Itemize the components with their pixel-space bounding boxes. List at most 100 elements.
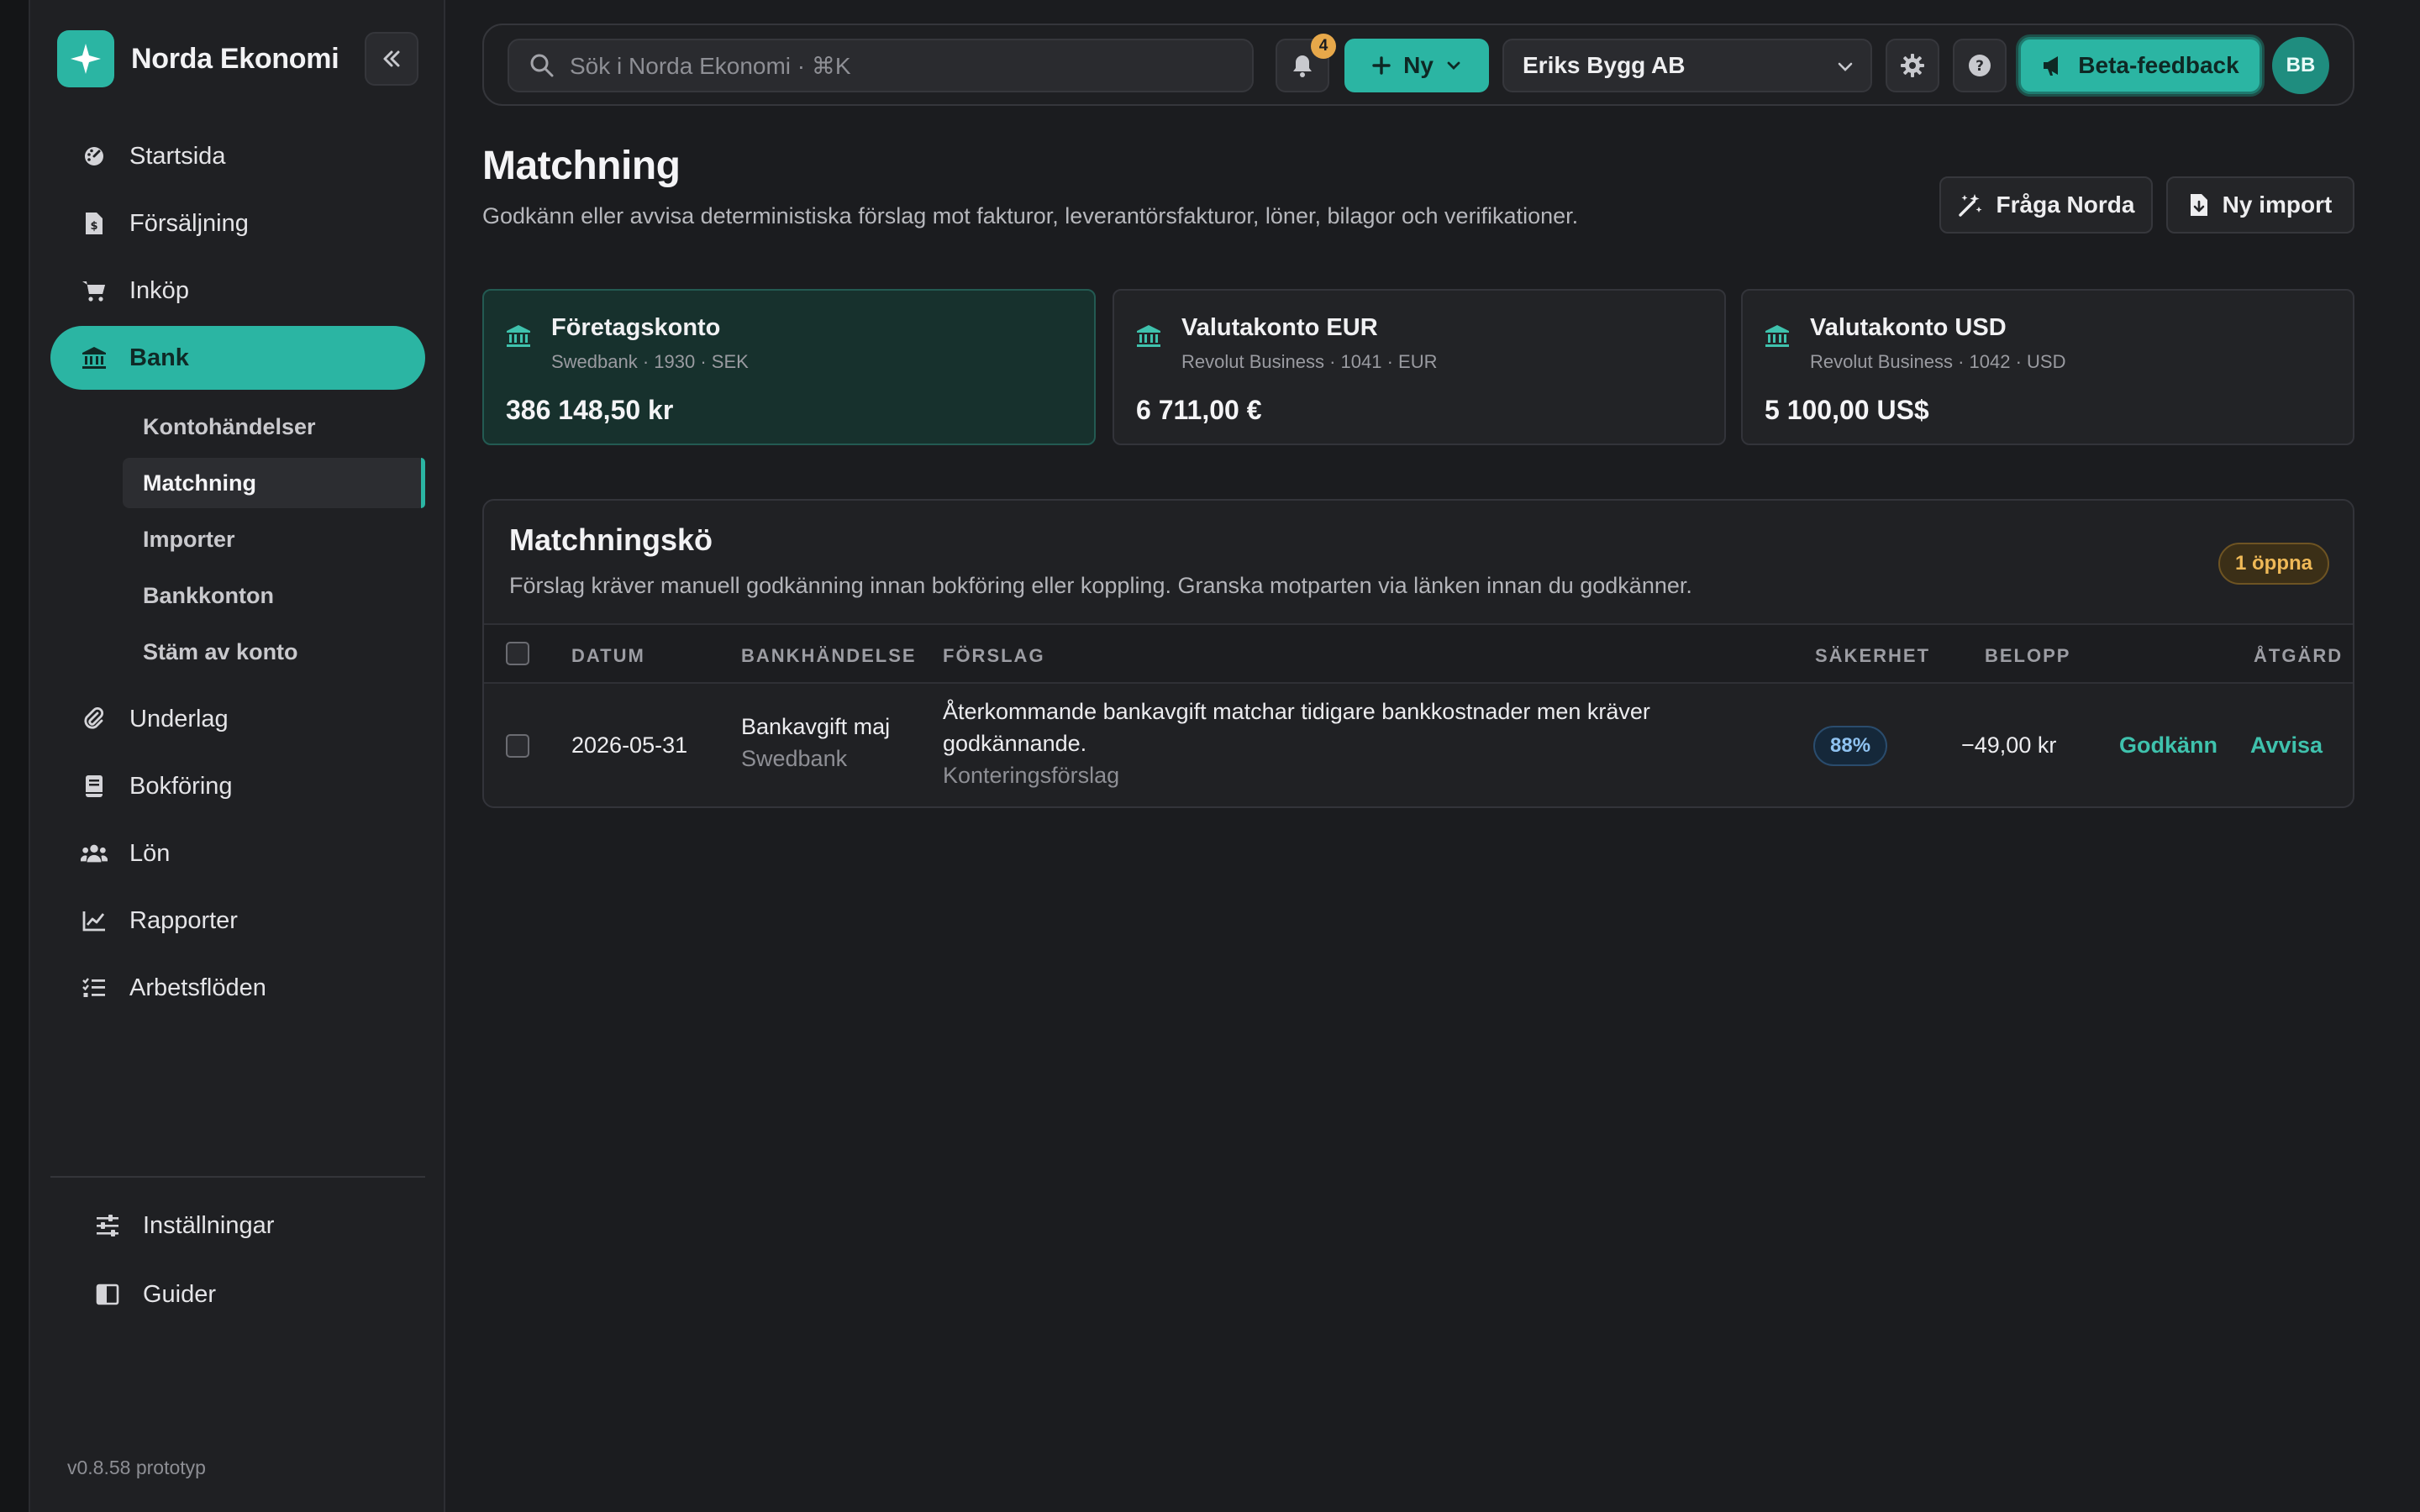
bank-icon xyxy=(81,344,108,371)
open-count-badge: 1 öppna xyxy=(2217,543,2329,585)
bank-icon xyxy=(1136,324,1161,352)
row-suggestion-text: Återkommande bankavgift matchar tidigare… xyxy=(943,699,1650,724)
sidebar-item-startsida[interactable]: Startsida xyxy=(50,124,425,188)
sidebar-item-arbetsfloden[interactable]: Arbetsflöden xyxy=(50,956,425,1020)
plus-icon xyxy=(1372,56,1391,75)
sliders-icon xyxy=(94,1212,121,1239)
sidebar-item-rapporter[interactable]: Rapporter xyxy=(50,889,425,953)
new-button[interactable]: Ny xyxy=(1344,39,1489,92)
file-import-icon xyxy=(2190,194,2207,216)
queue-subtitle: Förslag kräver manuell godkänning innan … xyxy=(509,573,1692,598)
sidebar-item-label: Arbetsflöden xyxy=(129,974,266,1001)
bank-icon xyxy=(1765,324,1790,352)
gear-icon xyxy=(1901,54,1924,77)
megaphone-icon xyxy=(2044,56,2059,76)
account-balance: 6 711,00 € xyxy=(1136,395,1262,425)
sparkle-logo-icon xyxy=(57,30,114,87)
account-card[interactable]: Valutakonto USD Revolut Business · 1042 … xyxy=(1741,289,2354,445)
invoice-icon: $ xyxy=(81,210,108,237)
help-button[interactable]: ? xyxy=(1953,39,2007,92)
version-label: v0.8.58 prototyp xyxy=(67,1457,206,1478)
row-date: 2026-05-31 xyxy=(571,732,688,758)
window-edge xyxy=(0,0,29,1512)
subnav-item-importer[interactable]: Importer xyxy=(123,514,425,564)
new-import-button[interactable]: Ny import xyxy=(2166,176,2354,234)
subnav-item-kontohandelser[interactable]: Kontohändelser xyxy=(123,402,425,452)
theme-toggle-button[interactable] xyxy=(1886,39,1939,92)
table-row: 2026-05-31 Bankavgift maj Swedbank Återk… xyxy=(484,684,2353,806)
subnav-item-bankkonton[interactable]: Bankkonton xyxy=(123,570,425,621)
sidebar-item-bokforing[interactable]: Bokföring xyxy=(50,754,425,818)
matching-queue: Matchningskö Förslag kräver manuell godk… xyxy=(482,499,2354,808)
subnav-item-matchning[interactable]: Matchning xyxy=(123,458,425,508)
beta-feedback-button[interactable]: Beta-feedback xyxy=(2018,37,2262,94)
sidebar-divider xyxy=(50,1176,425,1178)
notifications-button[interactable]: 4 xyxy=(1276,34,1336,92)
account-meta: Revolut Business · 1041 · EUR xyxy=(1181,351,1438,372)
sidebar-item-forsaljning[interactable]: $ Försäljning xyxy=(50,192,425,255)
row-checkbox[interactable] xyxy=(506,734,529,758)
row-transaction: Bankavgift maj xyxy=(741,714,891,739)
sidebar-item-inkop[interactable]: Inköp xyxy=(50,259,425,323)
checklist-icon xyxy=(81,974,108,1001)
sidebar-item-label: Guider xyxy=(143,1280,217,1308)
dashboard-icon xyxy=(81,143,108,170)
column-header-confidence: SÄKERHET xyxy=(1815,645,1931,666)
queue-title: Matchningskö xyxy=(509,522,713,557)
sidebar-item-label: Bokföring xyxy=(129,772,233,800)
search-icon xyxy=(530,54,554,77)
table-header: DATUM BANKHÄNDELSE FÖRSLAG SÄKERHET BELO… xyxy=(484,623,2353,684)
column-header-suggestion: FÖRSLAG xyxy=(943,645,1045,666)
company-select[interactable]: Eriks Bygg AB xyxy=(1502,39,1872,92)
svg-text:$: $ xyxy=(90,220,97,233)
chevron-down-icon xyxy=(1447,61,1460,70)
brand[interactable]: Norda Ekonomi xyxy=(57,30,339,87)
row-suggestion-type: Konteringsförslag xyxy=(943,763,1120,788)
account-name: Företagskonto xyxy=(551,314,721,341)
approve-link[interactable]: Godkänn xyxy=(2119,732,2217,759)
subnav-item-stam-av-konto[interactable]: Stäm av konto xyxy=(123,627,425,677)
account-card[interactable]: Valutakonto EUR Revolut Business · 1041 … xyxy=(1113,289,1726,445)
row-amount: −49,00 kr xyxy=(1961,732,2057,758)
sidebar-item-label: Rapporter xyxy=(129,906,238,934)
sidebar-item-label: Lön xyxy=(129,839,171,867)
book-icon xyxy=(81,773,108,800)
sidebar-item-label: Inköp xyxy=(129,276,189,304)
sidebar-item-lon[interactable]: Lön xyxy=(50,822,425,885)
avatar[interactable]: BB xyxy=(2272,37,2329,94)
guide-book-icon xyxy=(94,1281,121,1308)
sidebar-item-label: Bank xyxy=(129,344,189,371)
sidebar-item-bank[interactable]: Bank xyxy=(50,326,425,390)
help-circle-icon: ? xyxy=(1969,55,1991,76)
sidebar-item-guider[interactable]: Guider xyxy=(64,1262,425,1327)
search-input[interactable]: Sök i Norda Ekonomi · ⌘K xyxy=(508,39,1254,92)
collapse-sidebar-button[interactable] xyxy=(365,32,418,86)
account-card[interactable]: Företagskonto Swedbank · 1930 · SEK 386 … xyxy=(482,289,1096,445)
chevron-down-icon xyxy=(1838,62,1853,71)
topbar: Sök i Norda Ekonomi · ⌘K 4 Ny Eriks Bygg… xyxy=(482,24,2354,106)
magic-wand-icon xyxy=(1958,194,1982,217)
sidebar-item-label: Underlag xyxy=(129,705,229,732)
new-button-label: Ny xyxy=(1403,52,1434,78)
sidebar-item-label: Startsida xyxy=(129,142,226,170)
select-all-checkbox[interactable] xyxy=(506,642,529,665)
new-import-label: Ny import xyxy=(2222,192,2333,218)
sidebar-item-installningar[interactable]: Inställningar xyxy=(64,1193,425,1258)
company-name: Eriks Bygg AB xyxy=(1523,52,1686,78)
paperclip-icon xyxy=(81,706,108,732)
confidence-badge: 88% xyxy=(1813,726,1888,766)
main-nav: Startsida $ Försäljning Inköp Bank Konto… xyxy=(50,124,425,1023)
chart-icon xyxy=(81,907,108,934)
app-name: Norda Ekonomi xyxy=(131,42,339,75)
account-meta: Swedbank · 1930 · SEK xyxy=(551,351,749,372)
people-icon xyxy=(81,840,108,867)
page-subtitle: Godkänn eller avvisa deterministiska för… xyxy=(482,203,1579,228)
cart-icon xyxy=(81,277,108,304)
ask-norda-button[interactable]: Fråga Norda xyxy=(1939,176,2153,234)
reject-link[interactable]: Avvisa xyxy=(2250,732,2323,759)
sidebar-item-underlag[interactable]: Underlag xyxy=(50,687,425,751)
bell-icon xyxy=(1293,55,1312,77)
sidebar: Norda Ekonomi Startsida $ Försäljning In… xyxy=(29,0,445,1512)
column-header-action: ÅTGÄRD xyxy=(2254,645,2344,666)
bank-icon xyxy=(506,324,531,352)
